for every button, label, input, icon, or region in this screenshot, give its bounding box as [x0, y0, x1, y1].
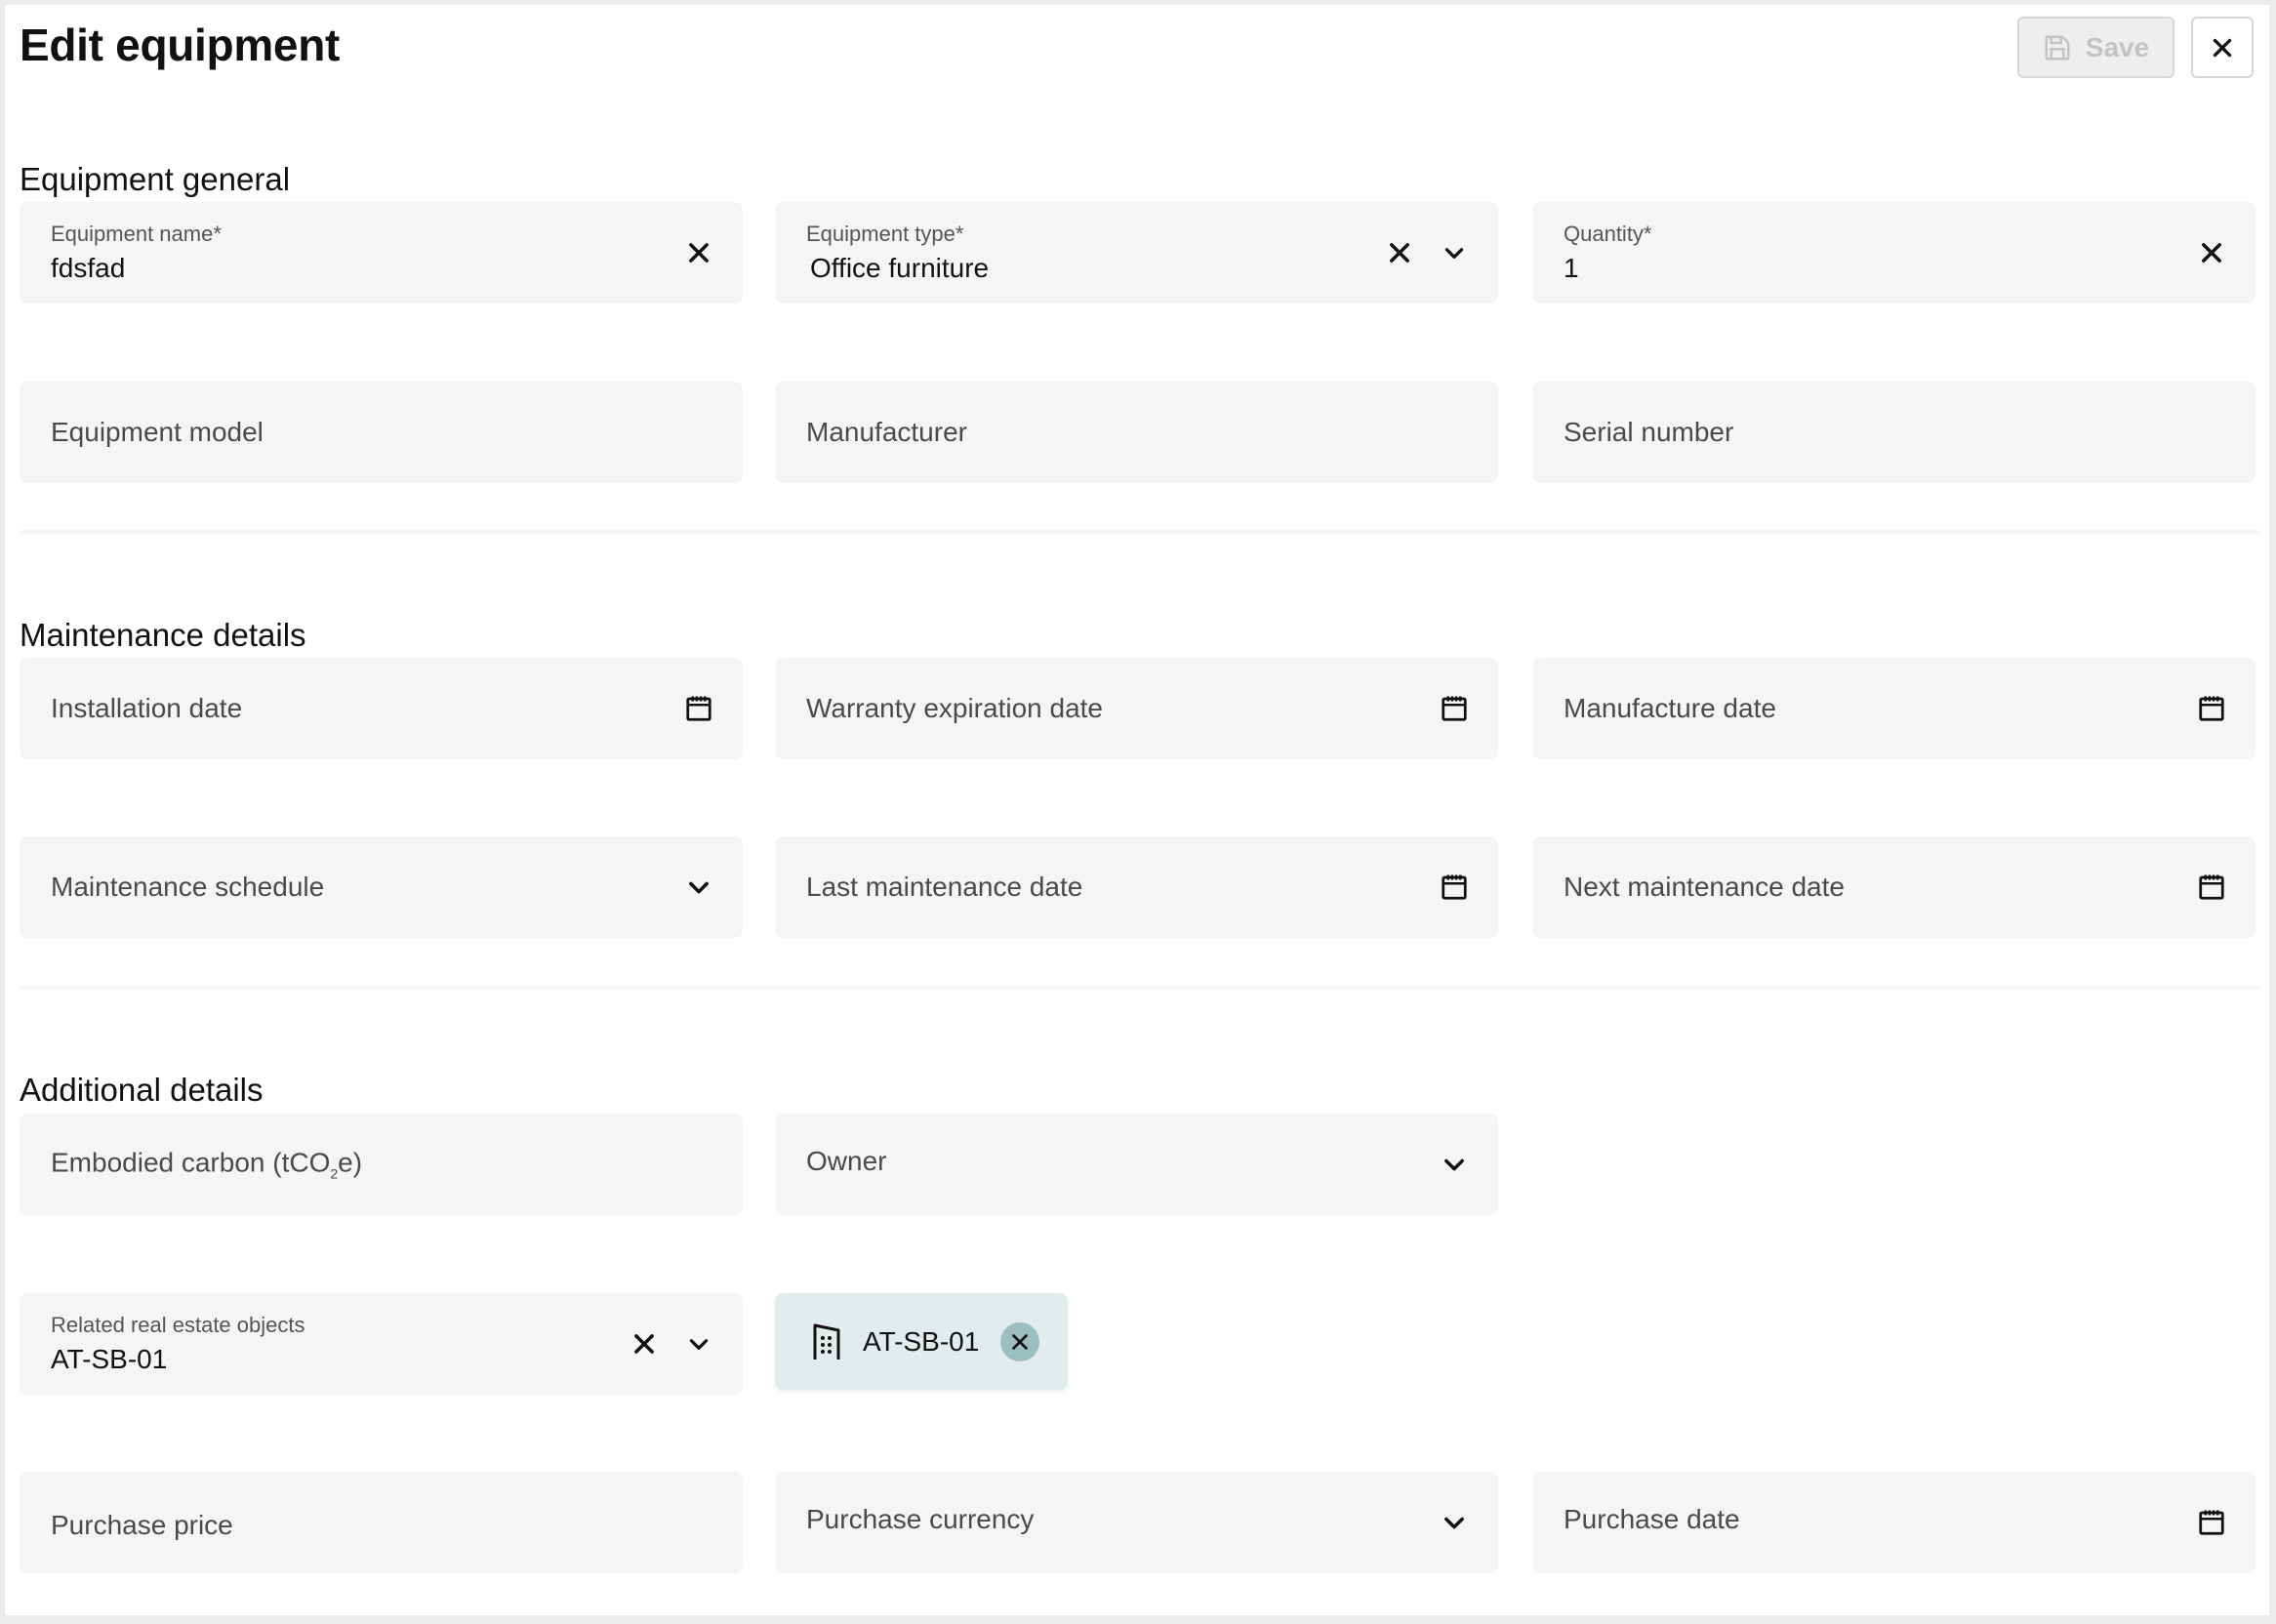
calendar-icon[interactable] — [1440, 873, 1469, 902]
serial-number-placeholder: Serial number — [1564, 417, 1734, 447]
section-title-maintenance: Maintenance details — [20, 617, 306, 653]
equipment-model-placeholder: Equipment model — [51, 417, 264, 447]
equipment-type-value: Office furniture — [810, 253, 990, 283]
quantity-field[interactable]: Quantity* 1 — [1532, 202, 2256, 304]
purchase-date-placeholder: Purchase date — [1564, 1503, 1740, 1534]
manufacture-date-placeholder: Manufacture date — [1564, 693, 1776, 723]
serial-number-field[interactable]: Serial number — [1532, 382, 2256, 483]
purchase-price-field[interactable]: Purchase price — [20, 1472, 743, 1573]
manufacturer-field[interactable]: Manufacturer — [775, 382, 1498, 483]
chevron-down-icon[interactable] — [1440, 1150, 1469, 1179]
chevron-down-icon[interactable] — [684, 1329, 713, 1359]
close-icon — [1009, 1331, 1031, 1353]
clear-x-icon[interactable] — [630, 1329, 659, 1359]
warranty-expiration-date-field[interactable]: Warranty expiration date — [775, 658, 1498, 759]
warranty-expiration-date-placeholder: Warranty expiration date — [806, 693, 1103, 723]
calendar-icon[interactable] — [684, 694, 713, 723]
purchase-currency-placeholder: Purchase currency — [806, 1503, 1035, 1534]
section-divider — [20, 986, 2260, 990]
embodied-carbon-field[interactable]: Embodied carbon (tCO2e) — [20, 1114, 743, 1215]
owner-select[interactable]: Owner — [775, 1114, 1498, 1215]
purchase-date-field[interactable]: Purchase date — [1532, 1472, 2256, 1573]
installation-date-placeholder: Installation date — [51, 693, 243, 723]
section-divider — [20, 530, 2260, 534]
related-objects-value: AT-SB-01 — [51, 1344, 168, 1374]
save-button-label: Save — [2085, 31, 2150, 62]
clear-x-icon[interactable] — [684, 238, 713, 267]
related-real-estate-objects-select[interactable]: Related real estate objects AT-SB-01 — [20, 1293, 743, 1395]
next-maintenance-date-field[interactable]: Next maintenance date — [1532, 836, 2256, 938]
embodied-carbon-placeholder: Embodied carbon (tCO2e) — [51, 1147, 363, 1182]
calendar-icon[interactable] — [2197, 873, 2226, 902]
equipment-type-label: Equipment type* — [806, 222, 964, 246]
maintenance-schedule-select[interactable]: Maintenance schedule — [20, 836, 743, 938]
maintenance-schedule-placeholder: Maintenance schedule — [51, 872, 325, 902]
clear-x-icon[interactable] — [1385, 238, 1414, 267]
chevron-down-icon[interactable] — [684, 873, 713, 902]
related-objects-label: Related real estate objects — [51, 1313, 305, 1337]
equipment-name-field[interactable]: Equipment name* fdsfad — [20, 202, 743, 304]
floppy-disk-icon — [2043, 33, 2072, 62]
chevron-down-icon[interactable] — [1440, 238, 1469, 267]
equipment-model-field[interactable]: Equipment model — [20, 382, 743, 483]
purchase-currency-select[interactable]: Purchase currency — [775, 1472, 1498, 1573]
owner-placeholder: Owner — [806, 1145, 887, 1176]
equipment-type-select[interactable]: Equipment type* Office furniture — [775, 202, 1498, 304]
equipment-name-label: Equipment name* — [51, 222, 222, 246]
last-maintenance-date-placeholder: Last maintenance date — [806, 872, 1083, 902]
building-icon — [812, 1322, 841, 1361]
chip-remove-button[interactable] — [1000, 1321, 1040, 1361]
section-title-additional: Additional details — [20, 1072, 264, 1108]
equipment-name-value[interactable]: fdsfad — [51, 253, 125, 284]
section-title-general: Equipment general — [20, 161, 291, 197]
quantity-value[interactable]: 1 — [1564, 253, 1579, 284]
calendar-icon[interactable] — [1440, 694, 1469, 723]
close-icon — [2210, 35, 2235, 61]
next-maintenance-date-placeholder: Next maintenance date — [1564, 872, 1845, 902]
chip-label: AT-SB-01 — [863, 1325, 980, 1357]
edit-equipment-dialog: Edit equipment Save Equipment general Eq… — [5, 5, 2269, 1615]
quantity-label: Quantity* — [1564, 222, 1652, 246]
last-maintenance-date-field[interactable]: Last maintenance date — [775, 836, 1498, 938]
save-button[interactable]: Save — [2017, 17, 2174, 78]
installation-date-field[interactable]: Installation date — [20, 658, 743, 759]
calendar-icon[interactable] — [2197, 1508, 2226, 1537]
selected-object-chip: AT-SB-01 — [775, 1293, 1068, 1390]
clear-x-icon[interactable] — [2197, 238, 2226, 267]
chevron-down-icon[interactable] — [1440, 1508, 1469, 1537]
calendar-icon[interactable] — [2197, 694, 2226, 723]
manufacturer-placeholder: Manufacturer — [806, 417, 967, 447]
page-title: Edit equipment — [20, 20, 341, 70]
manufacture-date-field[interactable]: Manufacture date — [1532, 658, 2256, 759]
purchase-price-placeholder: Purchase price — [51, 1510, 233, 1541]
close-button[interactable] — [2191, 17, 2254, 78]
